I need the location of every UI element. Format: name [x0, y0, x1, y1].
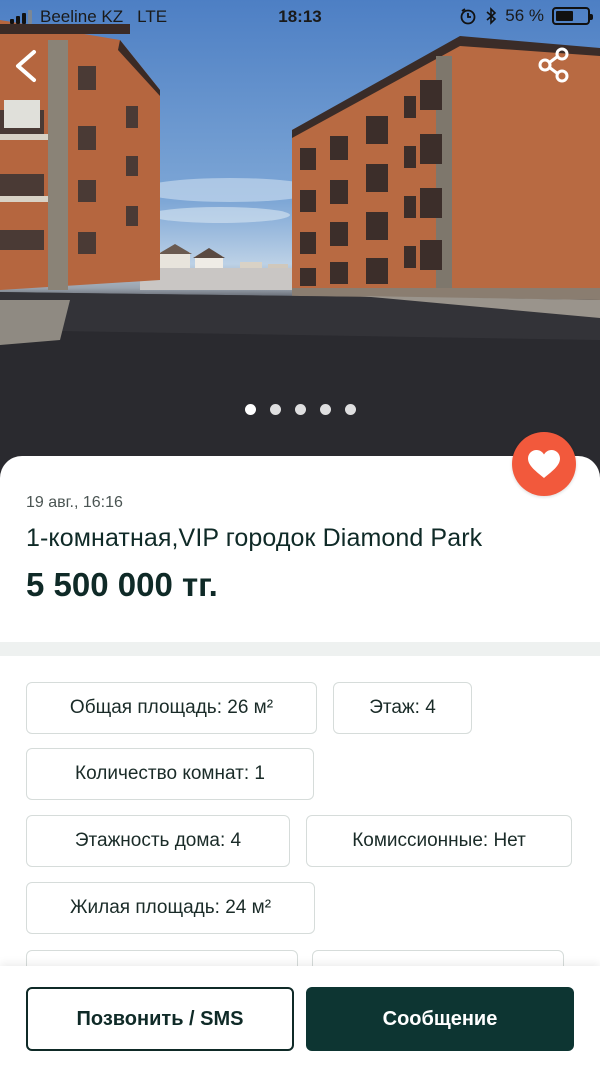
- heart-icon: [528, 450, 560, 478]
- favorite-button[interactable]: [512, 432, 576, 496]
- listing-title: 1-комнатная,VIP городок Diamond Park: [26, 524, 483, 552]
- chip-building-floors: Этажность дома: 4: [26, 815, 290, 867]
- chip-total-area: Общая площадь: 26 м²: [26, 682, 317, 734]
- call-sms-button[interactable]: Позвонить / SMS: [26, 987, 294, 1051]
- back-button[interactable]: [10, 46, 44, 86]
- chip-next-partial: [26, 950, 298, 966]
- share-button[interactable]: [536, 46, 574, 84]
- gallery-dot[interactable]: [344, 404, 356, 415]
- alarm-icon: [460, 8, 476, 25]
- chip-living-area: Жилая площадь: 24 м²: [26, 882, 315, 934]
- gallery-dot[interactable]: [244, 404, 256, 415]
- chip-next-partial: [312, 950, 564, 966]
- gallery-dot[interactable]: [319, 404, 331, 415]
- listing-price: 5 500 000 тг.: [26, 566, 218, 603]
- battery-percent: 56 %: [505, 6, 544, 25]
- chip-rooms: Количество комнат: 1: [26, 748, 314, 800]
- section-divider: [0, 642, 600, 656]
- message-button[interactable]: Сообщение: [306, 987, 574, 1051]
- battery-level: [556, 11, 573, 21]
- chip-commission: Комиссионные: Нет: [306, 815, 572, 867]
- battery-icon: [552, 7, 593, 25]
- gallery-pagination[interactable]: [0, 404, 600, 415]
- gallery-dot[interactable]: [294, 404, 306, 415]
- gallery-dot[interactable]: [269, 404, 281, 415]
- status-bar: Beeline KZ LTE 18:13 56 %: [0, 0, 600, 34]
- status-right: 56 %: [459, 6, 593, 26]
- characteristics-list: Общая площадь: 26 м² Этаж: 4 Количество …: [0, 656, 600, 966]
- listing-date: 19 авг., 16:16: [26, 494, 123, 511]
- share-icon: [538, 47, 569, 83]
- chip-floor: Этаж: 4: [333, 682, 472, 734]
- bluetooth-icon: [486, 7, 497, 25]
- back-arrow-icon: [16, 50, 36, 82]
